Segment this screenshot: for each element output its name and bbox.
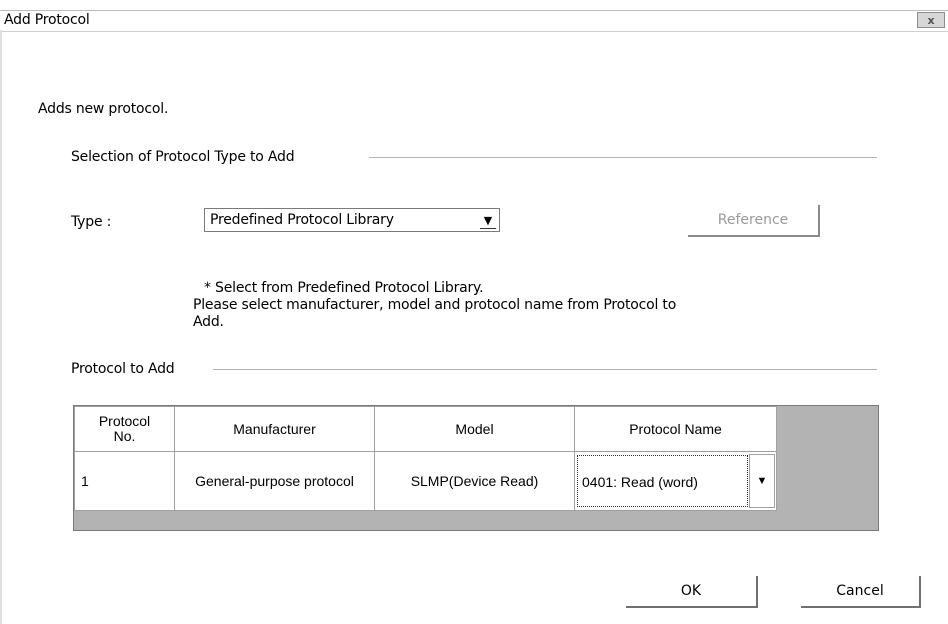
protocol-table: Protocol No. Manufacturer Model Protocol…	[74, 406, 777, 511]
cell-manufacturer[interactable]: General-purpose protocol	[174, 451, 375, 511]
type-label: Type :	[71, 214, 112, 230]
cell-protocol-name[interactable]: 0401: Read (word) ▼	[574, 451, 777, 511]
title-bar: Add Protocol x	[0, 10, 948, 32]
chevron-down-icon[interactable]: ▼	[480, 212, 496, 229]
reference-button[interactable]: Reference	[688, 205, 820, 237]
column-header-no: Protocol No.	[74, 406, 175, 452]
protocol-group-heading: Protocol to Add	[71, 361, 175, 377]
note-line-1: * Select from Predefined Protocol Librar…	[204, 280, 484, 296]
table-header-row: Protocol No. Manufacturer Model Protocol…	[74, 406, 777, 452]
protocol-group-separator	[213, 369, 877, 370]
window-title: Add Protocol	[4, 12, 90, 28]
column-header-no-line2: No.	[113, 428, 136, 444]
type-select[interactable]: Predefined Protocol Library ▼	[204, 208, 500, 232]
protocol-name-combo[interactable]: 0401: Read (word) ▼	[575, 452, 776, 510]
column-header-model: Model	[374, 406, 575, 452]
cancel-button[interactable]: Cancel	[801, 576, 921, 608]
ok-button[interactable]: OK	[626, 576, 758, 608]
type-group-separator	[369, 157, 877, 158]
column-header-manufacturer: Manufacturer	[174, 406, 375, 452]
close-icon: x	[927, 13, 935, 27]
column-header-no-line1: Protocol	[98, 413, 151, 429]
chevron-down-icon: ▼	[756, 475, 768, 487]
close-button[interactable]: x	[917, 12, 945, 28]
cell-protocol-no[interactable]: 1	[74, 451, 175, 511]
column-header-protocol-name: Protocol Name	[574, 406, 777, 452]
dialog-description: Adds new protocol.	[38, 101, 169, 117]
protocol-name-focus: 0401: Read (word)	[577, 455, 748, 507]
note-line-3: Add.	[193, 314, 224, 330]
cell-model[interactable]: SLMP(Device Read)	[374, 451, 575, 511]
protocol-name-value: 0401: Read (word)	[582, 474, 698, 490]
note-line-2: Please select manufacturer, model and pr…	[193, 297, 677, 313]
table-row[interactable]: 1 General-purpose protocol SLMP(Device R…	[74, 451, 777, 511]
protocol-name-dropdown-button[interactable]: ▼	[749, 454, 775, 508]
type-select-value: Predefined Protocol Library	[210, 212, 394, 228]
type-group-heading: Selection of Protocol Type to Add	[71, 149, 295, 165]
window-left-border	[0, 30, 2, 624]
